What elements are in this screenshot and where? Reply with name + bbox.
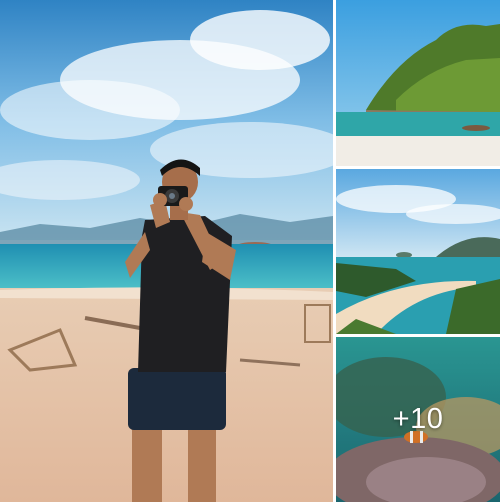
beach-bay-aerial-photo <box>336 169 500 334</box>
photo-gallery: +10 <box>0 0 500 502</box>
island-with-forest-photo <box>336 0 500 166</box>
photo-tile-3[interactable] <box>336 169 500 334</box>
more-photos-count: +10 <box>392 403 444 435</box>
man-with-camera-on-beach-photo <box>0 0 333 502</box>
photo-tile-more[interactable]: +10 <box>336 337 500 502</box>
more-photos-overlay[interactable]: +10 <box>336 337 500 502</box>
photo-tile-main[interactable] <box>0 0 333 502</box>
photo-tile-2[interactable] <box>336 0 500 166</box>
